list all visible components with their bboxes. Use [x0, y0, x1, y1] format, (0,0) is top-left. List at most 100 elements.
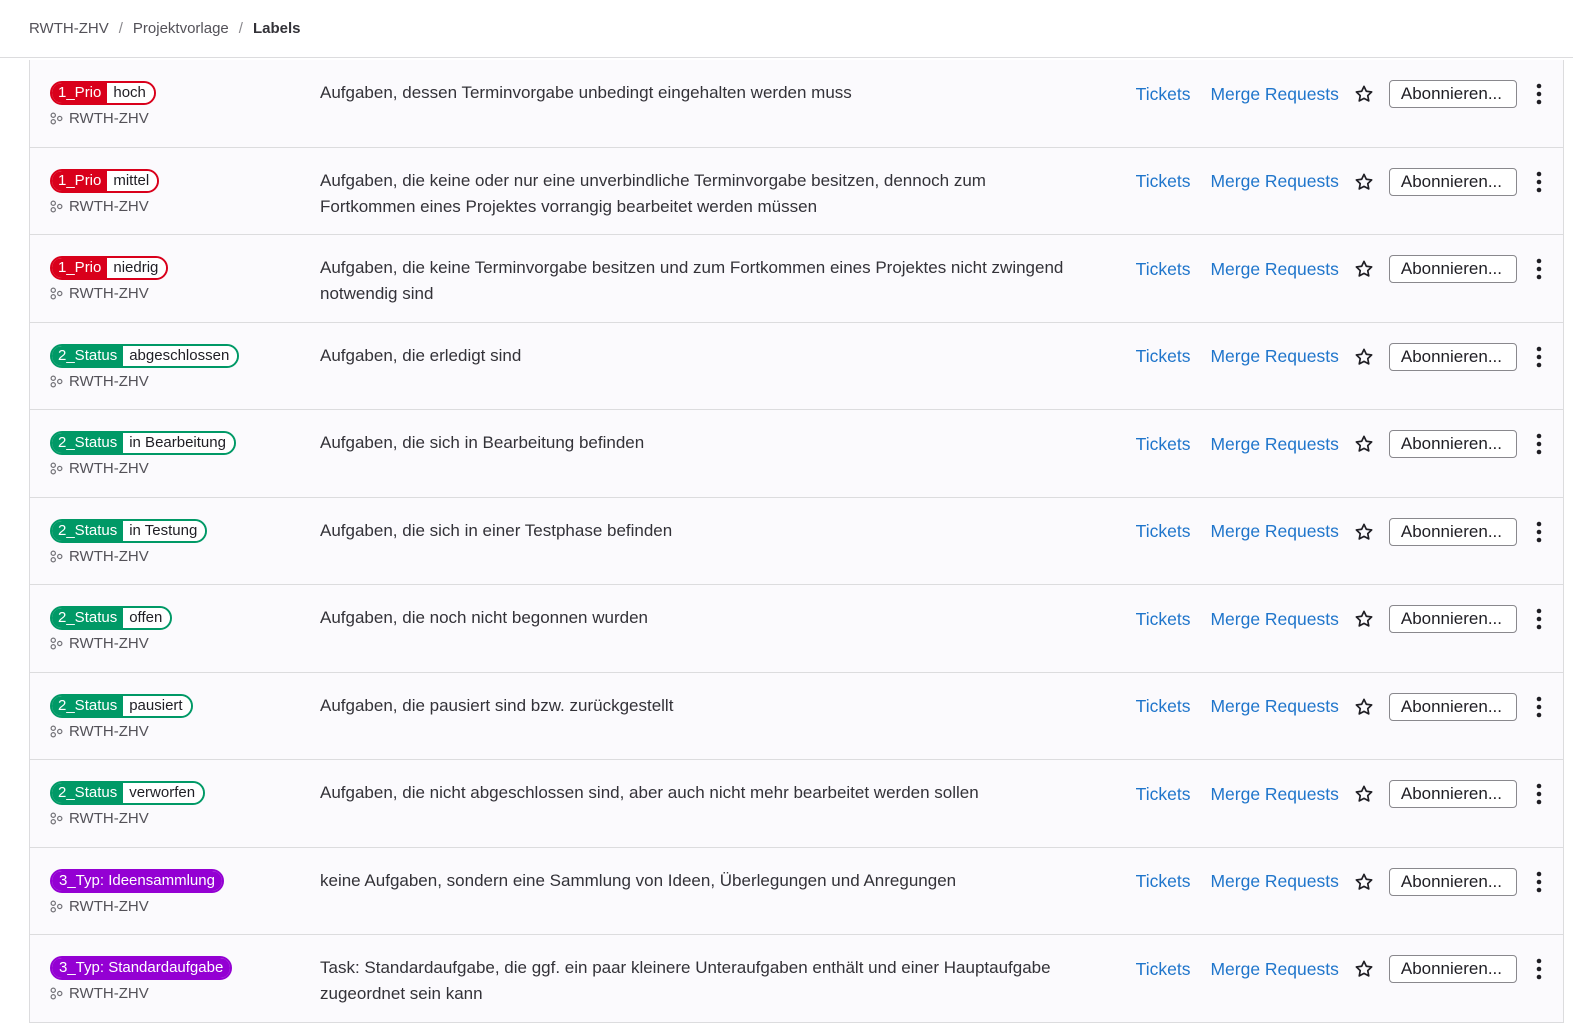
label-badge[interactable]: 2_Status in Bearbeitung — [50, 431, 236, 455]
subscribe-button[interactable]: Abonnieren... — [1388, 605, 1517, 633]
label-key: 3_Typ: Ideensammlung — [52, 870, 222, 891]
star-icon[interactable] — [1353, 521, 1375, 543]
more-actions-icon[interactable] — [1529, 430, 1549, 458]
star-icon[interactable] — [1353, 783, 1375, 805]
subscribe-button[interactable]: Abonnieren... — [1388, 517, 1517, 546]
label-row: 2_Status offen RWTH-ZHV Aufgaben, die no… — [30, 585, 1563, 673]
tickets-link[interactable]: Tickets — [1136, 784, 1191, 805]
more-actions-icon[interactable] — [1529, 80, 1549, 108]
merge-requests-link[interactable]: Merge Requests — [1210, 609, 1338, 630]
label-badge[interactable]: 2_Status pausiert — [50, 693, 193, 718]
more-actions-icon[interactable] — [1529, 168, 1549, 196]
star-icon[interactable] — [1353, 958, 1375, 980]
subscribe-button[interactable]: Abonnieren... — [1388, 255, 1517, 283]
subscribe-button[interactable]: Abonnieren... — [1388, 430, 1517, 458]
merge-requests-link[interactable]: Merge Requests — [1210, 346, 1338, 367]
subscribe-button[interactable]: Abonnieren... — [1388, 955, 1517, 983]
subscribe-button[interactable]: Abonnieren... — [1388, 167, 1517, 196]
label-row: 1_Prio mittel RWTH-ZHV Aufgaben, die kei… — [30, 147, 1563, 235]
more-actions-icon[interactable] — [1529, 255, 1549, 283]
label-group: RWTH-ZHV — [50, 898, 224, 915]
tickets-link[interactable]: Tickets — [1136, 609, 1191, 630]
label-row: 3_Typ: Ideensammlung RWTH-ZHV keine Aufg… — [30, 847, 1563, 935]
label-row: 1_Prio niedrig RWTH-ZHV Aufgaben, die ke… — [30, 235, 1563, 323]
star-icon[interactable] — [1353, 171, 1375, 193]
breadcrumb-bar: RWTH-ZHV / Projektvorlage / Labels — [0, 0, 1573, 58]
merge-requests-link[interactable]: Merge Requests — [1210, 521, 1338, 542]
label-description: Aufgaben, die sich in einer Testphase be… — [320, 520, 673, 540]
breadcrumb-item-group[interactable]: RWTH-ZHV — [29, 20, 109, 37]
star-icon[interactable] — [1353, 608, 1375, 630]
label-badge[interactable]: 2_Status in Testung — [50, 518, 208, 543]
more-actions-icon[interactable] — [1529, 693, 1549, 721]
tickets-link[interactable]: Tickets — [1136, 521, 1191, 542]
merge-requests-link[interactable]: Merge Requests — [1210, 784, 1338, 805]
label-badge[interactable]: 1_Prio mittel — [50, 168, 160, 193]
star-icon[interactable] — [1353, 871, 1375, 893]
label-key: 2_Status — [52, 433, 124, 453]
tickets-link[interactable]: Tickets — [1136, 84, 1191, 105]
label-badge[interactable]: 1_Prio niedrig — [50, 256, 169, 280]
tickets-link[interactable]: Tickets — [1136, 871, 1191, 892]
label-value: niedrig — [107, 258, 167, 278]
tickets-link[interactable]: Tickets — [1136, 434, 1191, 455]
star-icon[interactable] — [1353, 258, 1375, 280]
label-group: RWTH-ZHV — [50, 810, 205, 827]
label-description: keine Aufgaben, sondern eine Sammlung vo… — [320, 870, 957, 890]
label-badge[interactable]: 3_Typ: Ideensammlung — [50, 868, 224, 893]
star-icon[interactable] — [1353, 696, 1375, 718]
tickets-link[interactable]: Tickets — [1136, 346, 1191, 367]
more-actions-icon[interactable] — [1529, 780, 1549, 808]
label-key: 3_Typ: Standardaufgabe — [52, 958, 231, 978]
label-group: RWTH-ZHV — [50, 198, 159, 215]
label-badge[interactable]: 1_Prio hoch — [50, 81, 156, 105]
label-cell: 2_Status in Testung RWTH-ZHV — [50, 518, 208, 565]
breadcrumb-item-project[interactable]: Projektvorlage — [133, 20, 229, 37]
subscribe-button[interactable]: Abonnieren... — [1388, 692, 1517, 721]
more-actions-icon[interactable] — [1529, 605, 1549, 633]
label-cell: 1_Prio mittel RWTH-ZHV — [50, 168, 160, 215]
tickets-link[interactable]: Tickets — [1136, 171, 1191, 192]
tickets-link[interactable]: Tickets — [1136, 259, 1191, 280]
label-cell: 3_Typ: Standardaufgabe RWTH-ZHV — [50, 956, 233, 1002]
more-actions-icon[interactable] — [1529, 518, 1549, 546]
breadcrumb-current: Labels — [252, 20, 301, 37]
label-row: 1_Prio hoch RWTH-ZHV Aufgaben, dessen Te… — [30, 60, 1563, 148]
label-group-name: RWTH-ZHV — [69, 285, 149, 302]
merge-requests-link[interactable]: Merge Requests — [1210, 259, 1338, 280]
label-actions: Tickets Merge Requests Abonnieren... — [1136, 516, 1549, 548]
star-icon[interactable] — [1353, 433, 1375, 455]
group-icon — [50, 550, 63, 562]
merge-requests-link[interactable]: Merge Requests — [1210, 696, 1338, 717]
subscribe-button[interactable]: Abonnieren... — [1388, 80, 1517, 108]
label-group: RWTH-ZHV — [50, 373, 239, 390]
merge-requests-link[interactable]: Merge Requests — [1210, 959, 1338, 980]
subscribe-button[interactable]: Abonnieren... — [1388, 342, 1517, 371]
subscribe-button[interactable]: Abonnieren... — [1388, 780, 1517, 808]
tickets-link[interactable]: Tickets — [1136, 959, 1191, 980]
label-description: Aufgaben, die erledigt sind — [320, 345, 522, 365]
label-badge[interactable]: 2_Status offen — [50, 606, 173, 630]
label-badge[interactable]: 3_Typ: Standardaufgabe — [50, 956, 233, 980]
more-actions-icon[interactable] — [1529, 343, 1549, 371]
label-badge[interactable]: 2_Status verworfen — [50, 781, 206, 805]
label-key: 1_Prio — [52, 258, 108, 278]
label-badge[interactable]: 2_Status abgeschlossen — [50, 343, 240, 368]
group-icon — [50, 200, 63, 212]
label-group-name: RWTH-ZHV — [69, 635, 149, 652]
tickets-link[interactable]: Tickets — [1136, 696, 1191, 717]
merge-requests-link[interactable]: Merge Requests — [1210, 871, 1338, 892]
label-group-name: RWTH-ZHV — [69, 897, 149, 915]
more-actions-icon[interactable] — [1529, 868, 1549, 896]
merge-requests-link[interactable]: Merge Requests — [1210, 434, 1338, 455]
label-row: 3_Typ: Standardaufgabe RWTH-ZHV Task: St… — [30, 935, 1563, 1023]
star-icon[interactable] — [1353, 346, 1375, 368]
subscribe-button[interactable]: Abonnieren... — [1388, 867, 1517, 896]
label-value: in Bearbeitung — [123, 433, 234, 453]
label-row: 2_Status pausiert RWTH-ZHV Aufgaben, die… — [30, 672, 1563, 760]
star-icon[interactable] — [1353, 83, 1375, 105]
label-actions: Tickets Merge Requests Abonnieren... — [1136, 866, 1549, 898]
merge-requests-link[interactable]: Merge Requests — [1210, 84, 1338, 105]
merge-requests-link[interactable]: Merge Requests — [1210, 171, 1338, 192]
more-actions-icon[interactable] — [1529, 955, 1549, 983]
